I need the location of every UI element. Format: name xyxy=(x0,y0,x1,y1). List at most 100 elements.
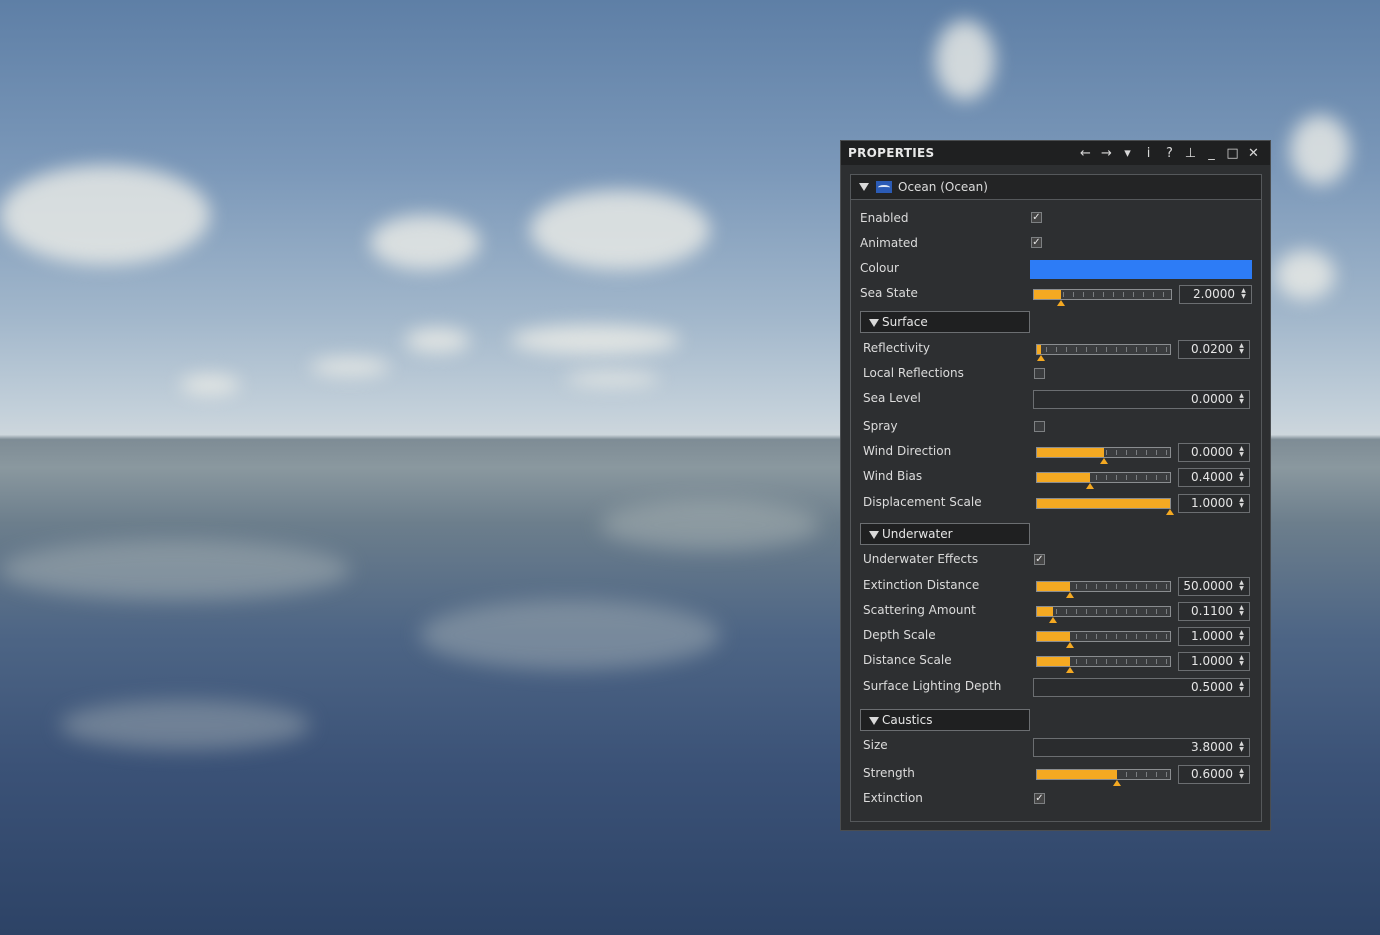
slider-thumb[interactable] xyxy=(1166,509,1174,515)
displacement-scale-slider[interactable] xyxy=(1036,498,1174,515)
slider-fill xyxy=(1037,657,1071,666)
slider-thumb[interactable] xyxy=(1036,355,1045,361)
component-header[interactable]: Ocean (Ocean) xyxy=(851,175,1261,200)
spinner-arrows-icon[interactable]: ▲ ▼ xyxy=(1238,497,1245,509)
extinction-checkbox[interactable]: ✓ xyxy=(1034,793,1045,804)
close-icon[interactable]: ✕ xyxy=(1243,144,1264,162)
spinner-arrows-icon[interactable]: ▲ ▼ xyxy=(1238,580,1245,592)
spinner-arrows-icon[interactable]: ▲ ▼ xyxy=(1238,446,1245,458)
collapse-triangle-icon[interactable] xyxy=(869,717,879,725)
caustics-section-header[interactable]: Caustics xyxy=(860,709,1030,731)
forward-arrow-icon[interactable]: → xyxy=(1096,144,1117,162)
spinner-arrows-icon[interactable]: ▲ ▼ xyxy=(1238,630,1245,642)
spinner-arrows-icon[interactable]: ▲ ▼ xyxy=(1238,655,1245,667)
slider-thumb[interactable] xyxy=(1099,458,1108,464)
cloud xyxy=(0,165,210,265)
depth-scale-input[interactable]: 1.0000 ▲ ▼ xyxy=(1178,627,1250,646)
local-reflections-checkbox[interactable] xyxy=(1034,368,1045,379)
pin-icon[interactable]: ⊥ xyxy=(1180,144,1201,162)
cloud xyxy=(935,20,995,100)
info-icon[interactable]: i xyxy=(1138,144,1159,162)
scattering-amount-input[interactable]: 0.1100 ▲ ▼ xyxy=(1178,602,1250,621)
slider-fill xyxy=(1037,345,1041,354)
water-reflection xyxy=(0,540,350,600)
wind-direction-label: Wind Direction xyxy=(863,444,952,458)
sea-level-value: 0.0000 xyxy=(1191,392,1233,406)
scattering-amount-value: 0.1100 xyxy=(1191,604,1233,618)
panel-title: PROPERTIES xyxy=(848,146,935,160)
collapse-triangle-icon[interactable] xyxy=(859,183,869,191)
sea-state-slider[interactable] xyxy=(1033,289,1172,306)
sea-state-input[interactable]: 2.0000 ▲ ▼ xyxy=(1179,285,1252,304)
slider-thumb[interactable] xyxy=(1066,642,1075,648)
extinction-distance-input[interactable]: 50.0000 ▲ ▼ xyxy=(1178,577,1250,596)
slider-fill xyxy=(1037,607,1053,616)
surface-section-header[interactable]: Surface xyxy=(860,311,1030,333)
minimize-icon[interactable]: _ xyxy=(1201,144,1222,162)
colour-label: Colour xyxy=(860,261,899,275)
spray-checkbox[interactable] xyxy=(1034,421,1045,432)
enabled-checkbox[interactable]: ✓ xyxy=(1031,212,1042,223)
colour-swatch[interactable] xyxy=(1030,260,1252,279)
strength-slider[interactable] xyxy=(1036,769,1171,786)
strength-input[interactable]: 0.6000 ▲ ▼ xyxy=(1178,765,1250,784)
reflectivity-slider[interactable] xyxy=(1036,344,1171,361)
slider-fill xyxy=(1037,499,1170,508)
distance-scale-input[interactable]: 1.0000 ▲ ▼ xyxy=(1178,652,1250,671)
properties-panel: PROPERTIES ← → ▾ i ? ⊥ _ □ ✕ Ocean (Ocea… xyxy=(840,140,1271,831)
surface-lighting-depth-input[interactable]: 0.5000 ▲ ▼ xyxy=(1033,678,1250,697)
spinner-arrows-icon[interactable]: ▲ ▼ xyxy=(1240,288,1247,300)
slider-thumb[interactable] xyxy=(1112,780,1121,786)
maximize-icon[interactable]: □ xyxy=(1222,144,1243,162)
wind-direction-slider[interactable] xyxy=(1036,447,1171,464)
collapse-triangle-icon[interactable] xyxy=(869,319,879,327)
displacement-scale-input[interactable]: 1.0000 ▲ ▼ xyxy=(1178,494,1250,513)
slider-thumb[interactable] xyxy=(1086,483,1095,489)
distance-scale-label: Distance Scale xyxy=(863,653,952,667)
spinner-arrows-icon[interactable]: ▲ ▼ xyxy=(1238,741,1245,753)
spinner-arrows-icon[interactable]: ▲ ▼ xyxy=(1238,605,1245,617)
sea-state-value: 2.0000 xyxy=(1193,287,1235,301)
caustics-section-title: Caustics xyxy=(882,713,933,727)
reflectivity-label: Reflectivity xyxy=(863,341,931,355)
wind-direction-input[interactable]: 0.0000 ▲ ▼ xyxy=(1178,443,1250,462)
ocean-flag-icon xyxy=(876,181,892,193)
slider-thumb[interactable] xyxy=(1066,592,1075,598)
slider-fill xyxy=(1037,770,1117,779)
distance-scale-slider[interactable] xyxy=(1036,656,1171,673)
local-reflections-label: Local Reflections xyxy=(863,366,964,380)
surface-lighting-depth-value: 0.5000 xyxy=(1191,680,1233,694)
ocean-component: Ocean (Ocean) Enabled ✓ Animated ✓ Colou… xyxy=(850,174,1262,822)
wind-bias-input[interactable]: 0.4000 ▲ ▼ xyxy=(1178,468,1250,487)
distance-scale-value: 1.0000 xyxy=(1191,654,1233,668)
collapse-triangle-icon[interactable] xyxy=(869,531,879,539)
extinction-label: Extinction xyxy=(863,791,923,805)
reflectivity-input[interactable]: 0.0200 ▲ ▼ xyxy=(1178,340,1250,359)
scattering-amount-slider[interactable] xyxy=(1036,606,1171,623)
slider-thumb[interactable] xyxy=(1066,667,1075,673)
spinner-arrows-icon[interactable]: ▲ ▼ xyxy=(1238,768,1245,780)
sea-state-label: Sea State xyxy=(860,286,918,300)
underwater-effects-checkbox[interactable]: ✓ xyxy=(1034,554,1045,565)
underwater-effects-label: Underwater Effects xyxy=(863,552,979,566)
sea-level-label: Sea Level xyxy=(863,391,921,405)
cloud xyxy=(1290,115,1350,185)
help-icon[interactable]: ? xyxy=(1159,144,1180,162)
spinner-arrows-icon[interactable]: ▲ ▼ xyxy=(1238,681,1245,693)
water-reflection xyxy=(420,600,720,670)
depth-scale-slider[interactable] xyxy=(1036,631,1171,648)
spinner-arrows-icon[interactable]: ▲ ▼ xyxy=(1238,471,1245,483)
sea-level-input[interactable]: 0.0000 ▲ ▼ xyxy=(1033,390,1250,409)
spinner-arrows-icon[interactable]: ▲ ▼ xyxy=(1238,343,1245,355)
back-arrow-icon[interactable]: ← xyxy=(1075,144,1096,162)
spinner-arrows-icon[interactable]: ▲ ▼ xyxy=(1238,393,1245,405)
animated-checkbox[interactable]: ✓ xyxy=(1031,237,1042,248)
cloud xyxy=(310,358,390,376)
underwater-section-header[interactable]: Underwater xyxy=(860,523,1030,545)
extinction-distance-slider[interactable] xyxy=(1036,581,1171,598)
slider-thumb[interactable] xyxy=(1048,617,1057,623)
size-input[interactable]: 3.8000 ▲ ▼ xyxy=(1033,738,1250,757)
dropdown-icon[interactable]: ▾ xyxy=(1117,144,1138,162)
slider-thumb[interactable] xyxy=(1057,300,1066,306)
wind-bias-slider[interactable] xyxy=(1036,472,1171,489)
